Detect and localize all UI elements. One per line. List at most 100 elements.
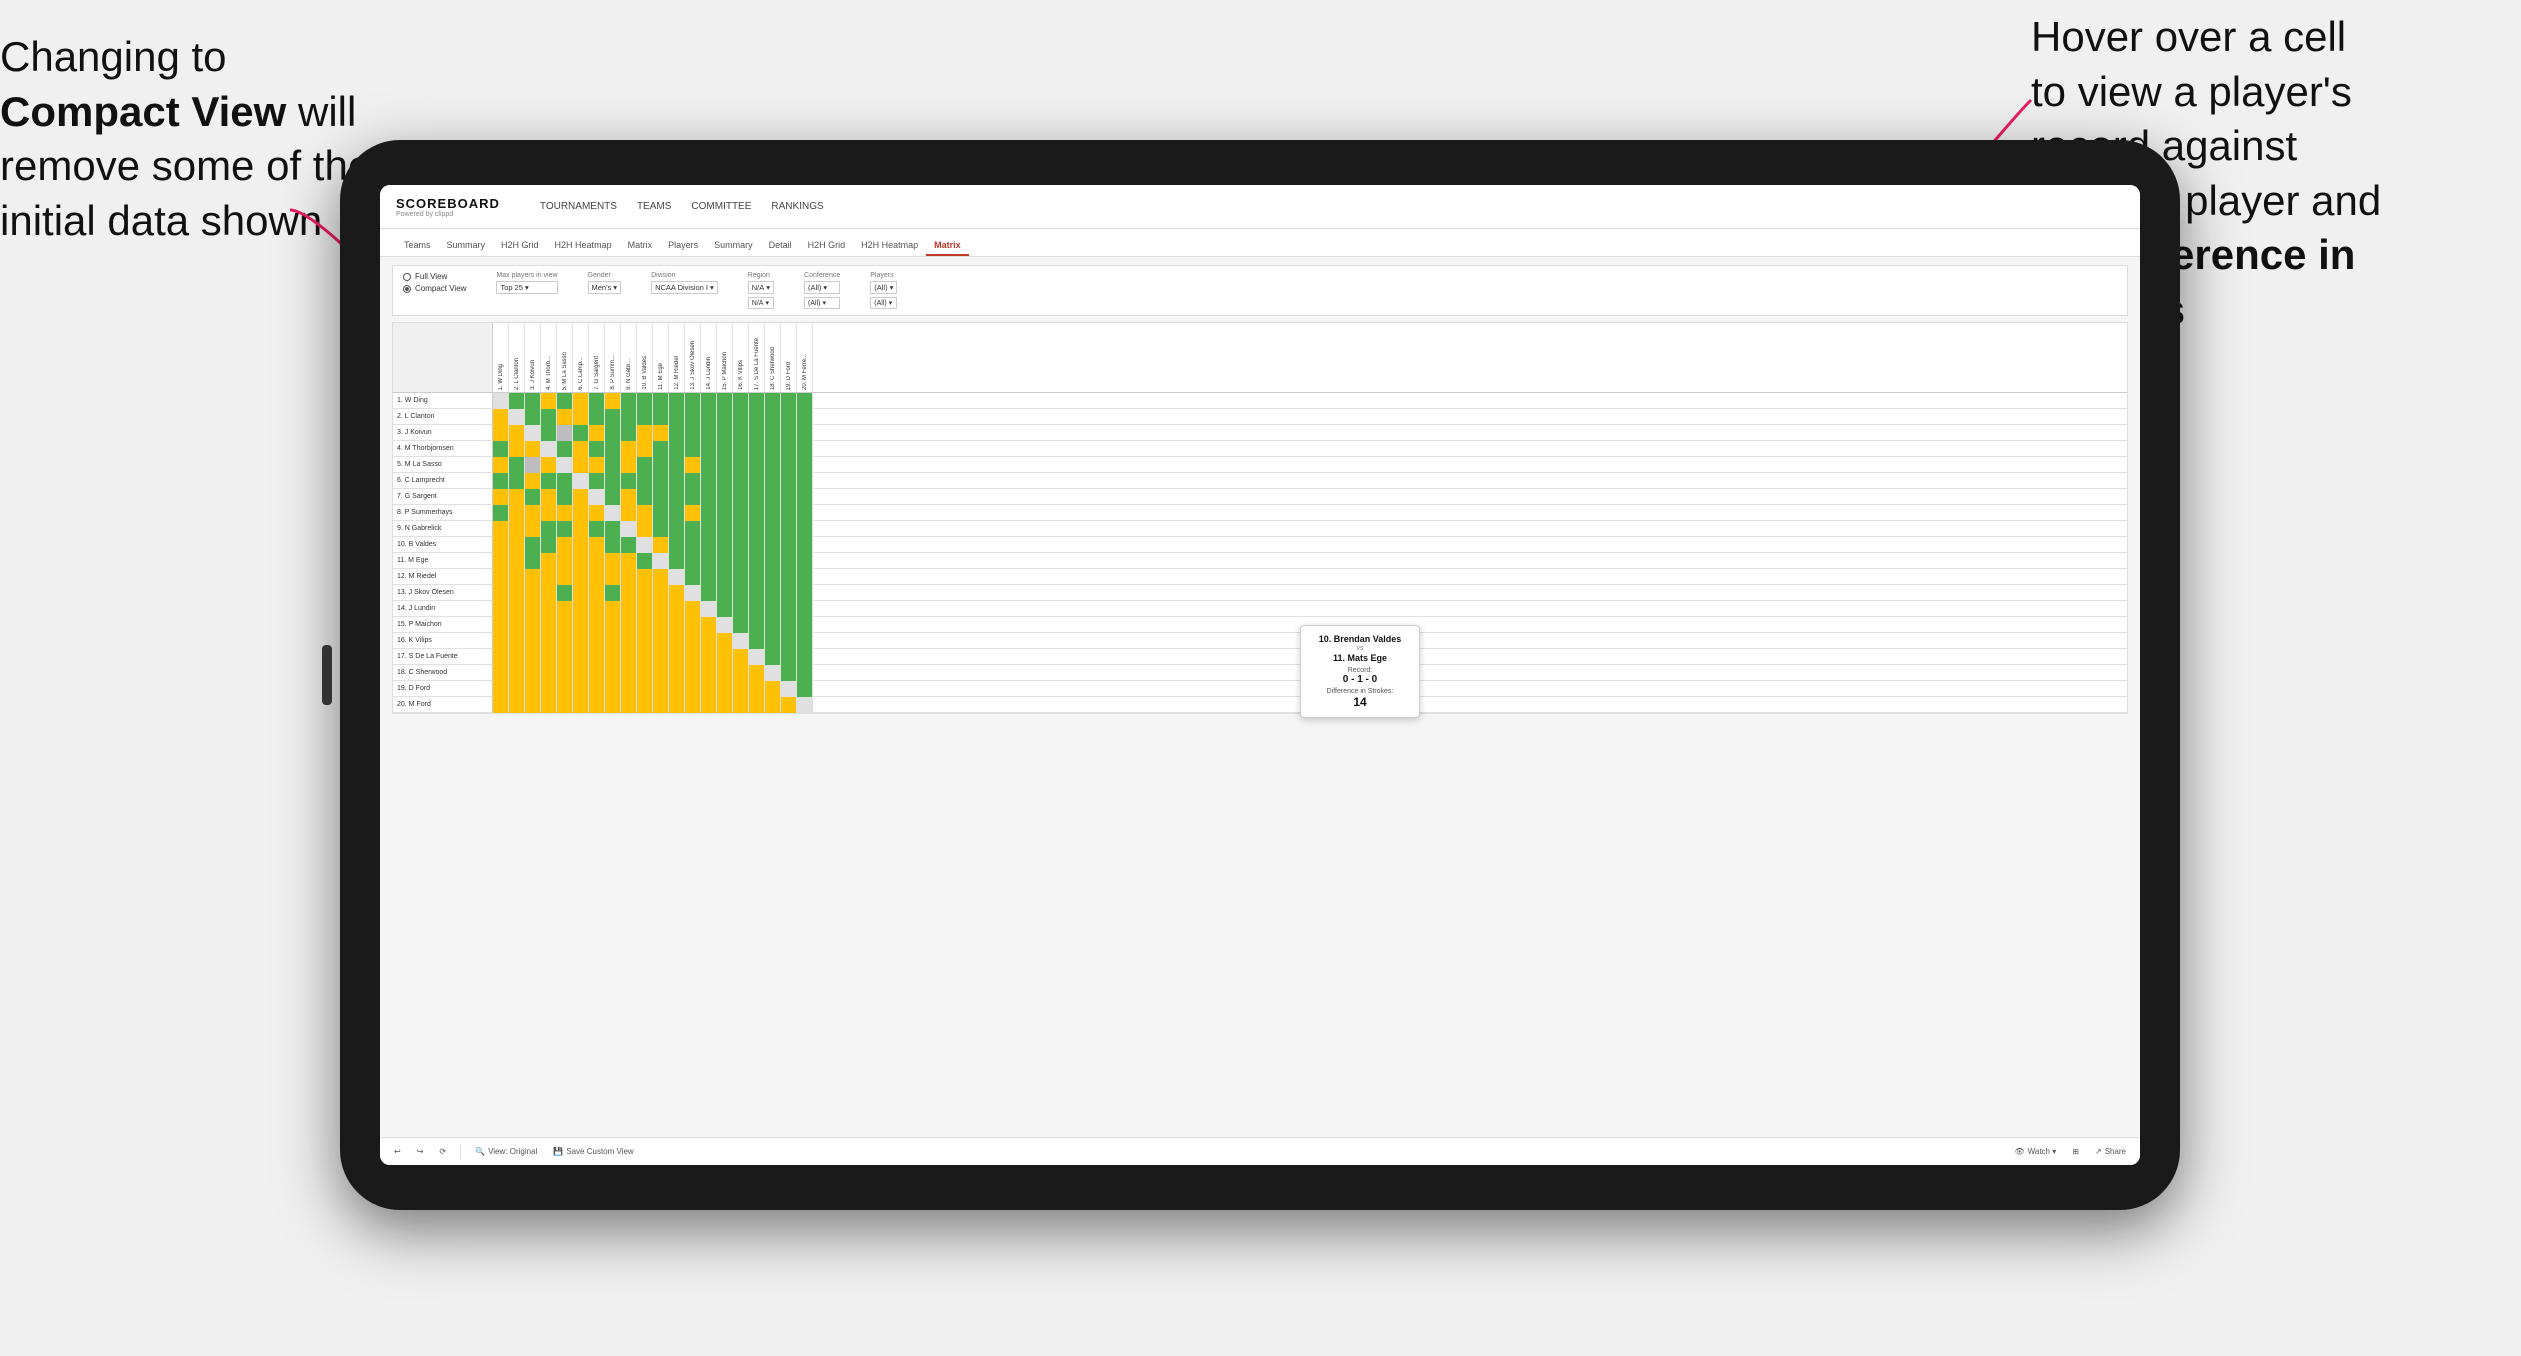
grid-cell-2-7[interactable] <box>605 425 621 441</box>
grid-cell-19-8[interactable] <box>621 697 637 713</box>
grid-cell-17-14[interactable] <box>717 665 733 681</box>
grid-cell-13-11[interactable] <box>669 601 685 617</box>
grid-cell-1-6[interactable] <box>589 409 605 425</box>
grid-cell-8-13[interactable] <box>701 521 717 537</box>
grid-cell-3-15[interactable] <box>733 441 749 457</box>
grid-cell-4-12[interactable] <box>685 457 701 473</box>
grid-cell-5-1[interactable] <box>509 473 525 489</box>
grid-cell-1-1[interactable] <box>509 409 525 425</box>
grid-cell-10-17[interactable] <box>765 553 781 569</box>
grid-cell-17-8[interactable] <box>621 665 637 681</box>
grid-cell-5-12[interactable] <box>685 473 701 489</box>
grid-cell-14-2[interactable] <box>525 617 541 633</box>
grid-cell-16-5[interactable] <box>573 649 589 665</box>
grid-cell-12-7[interactable] <box>605 585 621 601</box>
refresh-button[interactable]: ⟳ <box>435 1145 450 1158</box>
grid-cell-9-16[interactable] <box>749 537 765 553</box>
grid-cell-15-5[interactable] <box>573 633 589 649</box>
grid-cell-0-19[interactable] <box>797 393 813 409</box>
grid-cell-13-15[interactable] <box>733 601 749 617</box>
grid-cell-8-19[interactable] <box>797 521 813 537</box>
grid-cell-6-18[interactable] <box>781 489 797 505</box>
grid-cell-19-4[interactable] <box>557 697 573 713</box>
grid-cell-16-11[interactable] <box>669 649 685 665</box>
grid-cell-4-14[interactable] <box>717 457 733 473</box>
grid-cell-17-18[interactable] <box>781 665 797 681</box>
grid-cell-13-4[interactable] <box>557 601 573 617</box>
grid-cell-12-11[interactable] <box>669 585 685 601</box>
grid-cell-11-1[interactable] <box>509 569 525 585</box>
grid-cell-16-2[interactable] <box>525 649 541 665</box>
grid-cell-14-4[interactable] <box>557 617 573 633</box>
grid-cell-6-10[interactable] <box>653 489 669 505</box>
grid-cell-10-7[interactable] <box>605 553 621 569</box>
grid-cell-4-11[interactable] <box>669 457 685 473</box>
grid-cell-8-5[interactable] <box>573 521 589 537</box>
grid-cell-11-2[interactable] <box>525 569 541 585</box>
grid-cell-15-12[interactable] <box>685 633 701 649</box>
grid-cell-18-4[interactable] <box>557 681 573 697</box>
grid-cell-7-6[interactable] <box>589 505 605 521</box>
grid-cell-9-18[interactable] <box>781 537 797 553</box>
grid-cell-5-0[interactable] <box>493 473 509 489</box>
grid-cell-11-18[interactable] <box>781 569 797 585</box>
grid-cell-16-1[interactable] <box>509 649 525 665</box>
division-select[interactable]: NCAA Division I ▾ <box>651 281 718 294</box>
grid-cell-17-17[interactable] <box>765 665 781 681</box>
nav-rankings[interactable]: RANKINGS <box>771 199 823 214</box>
grid-cell-14-18[interactable] <box>781 617 797 633</box>
grid-cell-3-16[interactable] <box>749 441 765 457</box>
grid-cell-10-3[interactable] <box>541 553 557 569</box>
grid-cell-4-2[interactable] <box>525 457 541 473</box>
grid-cell-11-16[interactable] <box>749 569 765 585</box>
grid-cell-13-2[interactable] <box>525 601 541 617</box>
grid-cell-7-16[interactable] <box>749 505 765 521</box>
grid-cell-17-6[interactable] <box>589 665 605 681</box>
grid-cell-4-5[interactable] <box>573 457 589 473</box>
grid-cell-16-6[interactable] <box>589 649 605 665</box>
grid-cell-9-15[interactable] <box>733 537 749 553</box>
grid-cell-6-3[interactable] <box>541 489 557 505</box>
grid-cell-0-18[interactable] <box>781 393 797 409</box>
grid-cell-3-3[interactable] <box>541 441 557 457</box>
grid-cell-11-14[interactable] <box>717 569 733 585</box>
grid-cell-14-5[interactable] <box>573 617 589 633</box>
grid-cell-3-0[interactable] <box>493 441 509 457</box>
grid-cell-16-9[interactable] <box>637 649 653 665</box>
save-custom-button[interactable]: 💾 Save Custom View <box>549 1145 637 1158</box>
grid-cell-9-0[interactable] <box>493 537 509 553</box>
grid-cell-9-2[interactable] <box>525 537 541 553</box>
grid-cell-17-5[interactable] <box>573 665 589 681</box>
grid-cell-19-18[interactable] <box>781 697 797 713</box>
grid-cell-18-19[interactable] <box>797 681 813 697</box>
grid-cell-11-10[interactable] <box>653 569 669 585</box>
grid-cell-7-5[interactable] <box>573 505 589 521</box>
grid-cell-18-2[interactable] <box>525 681 541 697</box>
grid-cell-2-19[interactable] <box>797 425 813 441</box>
grid-cell-13-17[interactable] <box>765 601 781 617</box>
grid-cell-12-1[interactable] <box>509 585 525 601</box>
grid-cell-11-8[interactable] <box>621 569 637 585</box>
grid-cell-13-7[interactable] <box>605 601 621 617</box>
grid-cell-0-4[interactable] <box>557 393 573 409</box>
grid-cell-4-13[interactable] <box>701 457 717 473</box>
grid-cell-7-14[interactable] <box>717 505 733 521</box>
grid-cell-0-8[interactable] <box>621 393 637 409</box>
grid-cell-8-2[interactable] <box>525 521 541 537</box>
nav-teams[interactable]: TEAMS <box>637 199 671 214</box>
grid-cell-12-15[interactable] <box>733 585 749 601</box>
grid-cell-18-3[interactable] <box>541 681 557 697</box>
grid-cell-11-5[interactable] <box>573 569 589 585</box>
grid-cell-13-3[interactable] <box>541 601 557 617</box>
grid-cell-13-13[interactable] <box>701 601 717 617</box>
grid-cell-16-10[interactable] <box>653 649 669 665</box>
grid-cell-11-7[interactable] <box>605 569 621 585</box>
grid-cell-12-8[interactable] <box>621 585 637 601</box>
conference-select[interactable]: (All) ▾ <box>804 281 840 294</box>
grid-cell-0-2[interactable] <box>525 393 541 409</box>
grid-cell-6-2[interactable] <box>525 489 541 505</box>
grid-cell-13-14[interactable] <box>717 601 733 617</box>
grid-cell-5-6[interactable] <box>589 473 605 489</box>
grid-cell-17-1[interactable] <box>509 665 525 681</box>
grid-cell-7-1[interactable] <box>509 505 525 521</box>
